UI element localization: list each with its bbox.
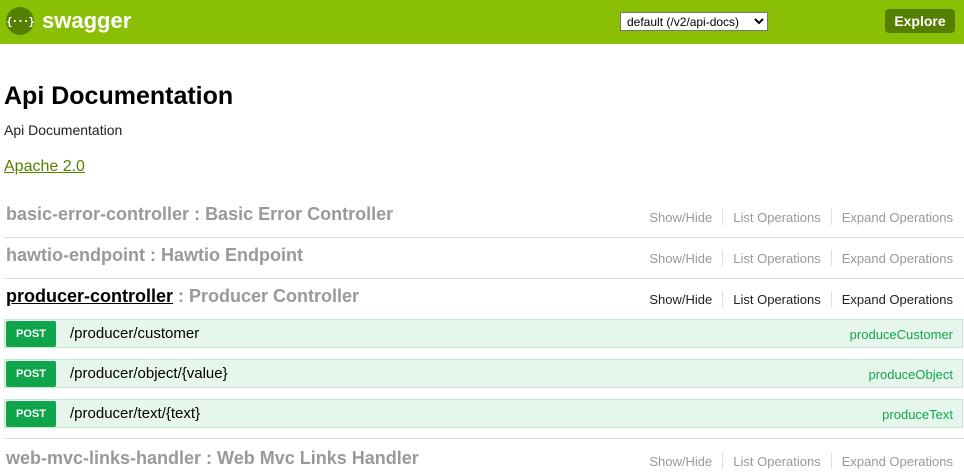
resource-description: Web Mvc Links Handler — [217, 448, 419, 468]
logo-text: swagger — [42, 8, 132, 33]
link-divider — [722, 291, 724, 307]
http-method-badge[interactable]: POST — [6, 361, 56, 387]
operation-row-produce-object[interactable]: POST /producer/object/{value} produceObj… — [4, 359, 963, 388]
resource-divider — [4, 237, 964, 238]
resource-heading: basic-error-controller : Basic Error Con… — [6, 204, 393, 225]
resource-name-link[interactable]: web-mvc-links-handler — [6, 448, 201, 468]
link-divider — [722, 453, 724, 469]
resource-web-mvc-links-handler: web-mvc-links-handler : Web Mvc Links Ha… — [0, 448, 964, 476]
link-divider — [722, 250, 724, 266]
resource-heading: hawtio-endpoint : Hawtio Endpoint — [6, 245, 303, 266]
operation-path[interactable]: /producer/object/{value} — [70, 365, 228, 382]
resource-hawtio-endpoint: hawtio-endpoint : Hawtio Endpoint Show/H… — [0, 245, 964, 278]
swagger-logo[interactable]: {···} swagger — [6, 6, 131, 36]
list-operations-link[interactable]: List Operations — [733, 251, 820, 266]
resource-actions: Show/Hide List Operations Expand Operati… — [649, 250, 953, 266]
operation-path[interactable]: /producer/text/{text} — [70, 405, 200, 422]
expand-operations-link[interactable]: Expand Operations — [842, 251, 953, 266]
api-description: Api Documentation — [4, 122, 123, 138]
resource-divider — [4, 278, 964, 279]
api-title: Api Documentation — [4, 82, 234, 110]
api-spec-select[interactable]: default (/v2/api-docs) — [620, 12, 768, 31]
operation-path[interactable]: /producer/customer — [70, 325, 199, 342]
http-method-badge[interactable]: POST — [6, 401, 56, 427]
resource-description: Hawtio Endpoint — [160, 245, 303, 265]
show-hide-link[interactable]: Show/Hide — [649, 292, 712, 307]
list-operations-link[interactable]: List Operations — [733, 292, 820, 307]
resource-description: Basic Error Controller — [205, 204, 394, 224]
http-method-badge[interactable]: POST — [6, 321, 56, 347]
expand-operations-link[interactable]: Expand Operations — [842, 454, 953, 469]
swagger-logo-icon: {···} — [5, 7, 35, 35]
header-bar: {···} swagger default (/v2/api-docs) Exp… — [0, 0, 964, 44]
link-divider — [830, 209, 832, 225]
resource-heading: producer-controller : Producer Controlle… — [6, 286, 359, 307]
resource-separator: : — [201, 448, 218, 468]
resource-producer-controller: producer-controller : Producer Controlle… — [0, 286, 964, 319]
expand-operations-link[interactable]: Expand Operations — [842, 292, 953, 307]
logo-glyph: {···} — [5, 14, 35, 28]
resource-name-link[interactable]: hawtio-endpoint — [6, 245, 145, 265]
explore-button[interactable]: Explore — [885, 9, 955, 33]
list-operations-link[interactable]: List Operations — [733, 210, 820, 225]
link-divider — [722, 209, 724, 225]
show-hide-link[interactable]: Show/Hide — [649, 454, 712, 469]
operation-nickname[interactable]: produceObject — [868, 367, 953, 382]
resource-actions: Show/Hide List Operations Expand Operati… — [649, 209, 953, 225]
list-operations-link[interactable]: List Operations — [733, 454, 820, 469]
resource-actions: Show/Hide List Operations Expand Operati… — [649, 453, 953, 469]
operation-nickname[interactable]: produceText — [882, 407, 953, 422]
resource-separator: : — [144, 245, 161, 265]
show-hide-link[interactable]: Show/Hide — [649, 251, 712, 266]
resource-divider — [4, 438, 964, 439]
resource-actions: Show/Hide List Operations Expand Operati… — [649, 291, 953, 307]
resource-separator: : — [189, 204, 206, 224]
link-divider — [830, 250, 832, 266]
expand-operations-link[interactable]: Expand Operations — [842, 210, 953, 225]
show-hide-link[interactable]: Show/Hide — [649, 210, 712, 225]
resource-name-link[interactable]: basic-error-controller — [6, 204, 189, 224]
resource-description: Producer Controller — [189, 286, 360, 306]
resource-separator: : — [173, 286, 190, 306]
operation-nickname[interactable]: produceCustomer — [850, 327, 953, 342]
license-link[interactable]: Apache 2.0 — [4, 158, 85, 176]
operation-row-produce-text[interactable]: POST /producer/text/{text} produceText — [4, 399, 963, 428]
link-divider — [830, 453, 832, 469]
resource-name-link[interactable]: producer-controller — [6, 286, 173, 306]
link-divider — [830, 291, 832, 307]
resource-heading: web-mvc-links-handler : Web Mvc Links Ha… — [6, 448, 419, 469]
resource-basic-error-controller: basic-error-controller : Basic Error Con… — [0, 204, 964, 237]
operation-row-produce-customer[interactable]: POST /producer/customer produceCustomer — [4, 319, 963, 348]
